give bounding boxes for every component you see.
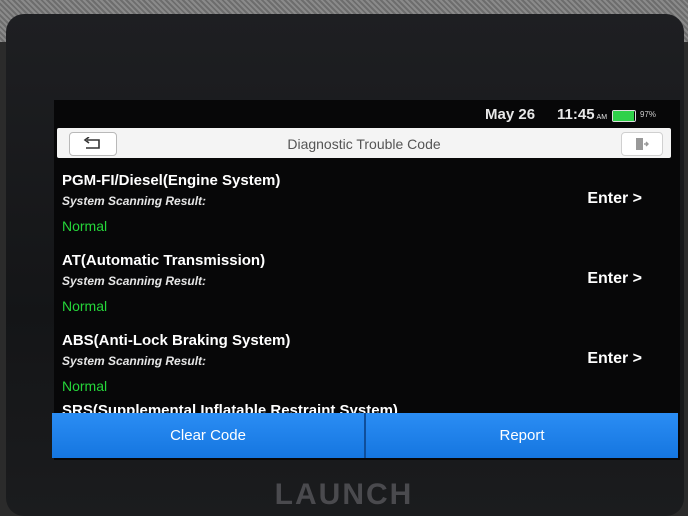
bottom-action-bar: Clear Code Report xyxy=(52,413,678,458)
system-item[interactable]: PGM-FI/Diesel(Engine System) System Scan… xyxy=(62,162,662,242)
clear-code-button[interactable]: Clear Code xyxy=(52,413,364,458)
status-time: 11:45 AM xyxy=(557,106,607,123)
system-result-label: System Scanning Result: xyxy=(62,354,207,368)
enter-button[interactable]: Enter > xyxy=(587,350,642,368)
exit-button[interactable] xyxy=(621,132,663,156)
battery-icon xyxy=(612,110,636,122)
system-item[interactable]: AT(Automatic Transmission) System Scanni… xyxy=(62,242,662,322)
battery-fill xyxy=(613,111,635,121)
screen: May 26 11:45 AM 97% Diagnostic Trouble Co… xyxy=(54,100,680,460)
system-item[interactable]: ABS(Anti-Lock Braking System) System Sca… xyxy=(62,322,662,402)
system-result-label: System Scanning Result: xyxy=(62,274,207,288)
status-ampm: AM xyxy=(596,114,608,121)
brand-logo: LAUNCH xyxy=(274,478,414,511)
system-status: Normal xyxy=(62,218,108,234)
title-bar: Diagnostic Trouble Code xyxy=(57,128,671,158)
system-name: AT(Automatic Transmission) xyxy=(62,252,266,269)
status-time-value: 11:45 xyxy=(557,106,595,123)
battery-percent: 97% xyxy=(640,110,657,119)
exit-icon xyxy=(636,138,649,150)
system-status: Normal xyxy=(62,378,108,394)
report-button[interactable]: Report xyxy=(364,413,678,458)
system-list: PGM-FI/Diesel(Engine System) System Scan… xyxy=(62,162,662,402)
system-name: PGM-FI/Diesel(Engine System) xyxy=(62,172,281,189)
status-date: May 26 xyxy=(485,106,536,123)
system-result-label: System Scanning Result: xyxy=(62,194,207,208)
system-status: Normal xyxy=(62,298,108,314)
enter-button[interactable]: Enter > xyxy=(587,190,642,208)
status-bar: May 26 11:45 AM 97% xyxy=(54,100,680,128)
system-name: ABS(Anti-Lock Braking System) xyxy=(62,332,291,349)
enter-button[interactable]: Enter > xyxy=(587,270,642,288)
page-title: Diagnostic Trouble Code xyxy=(287,136,441,152)
